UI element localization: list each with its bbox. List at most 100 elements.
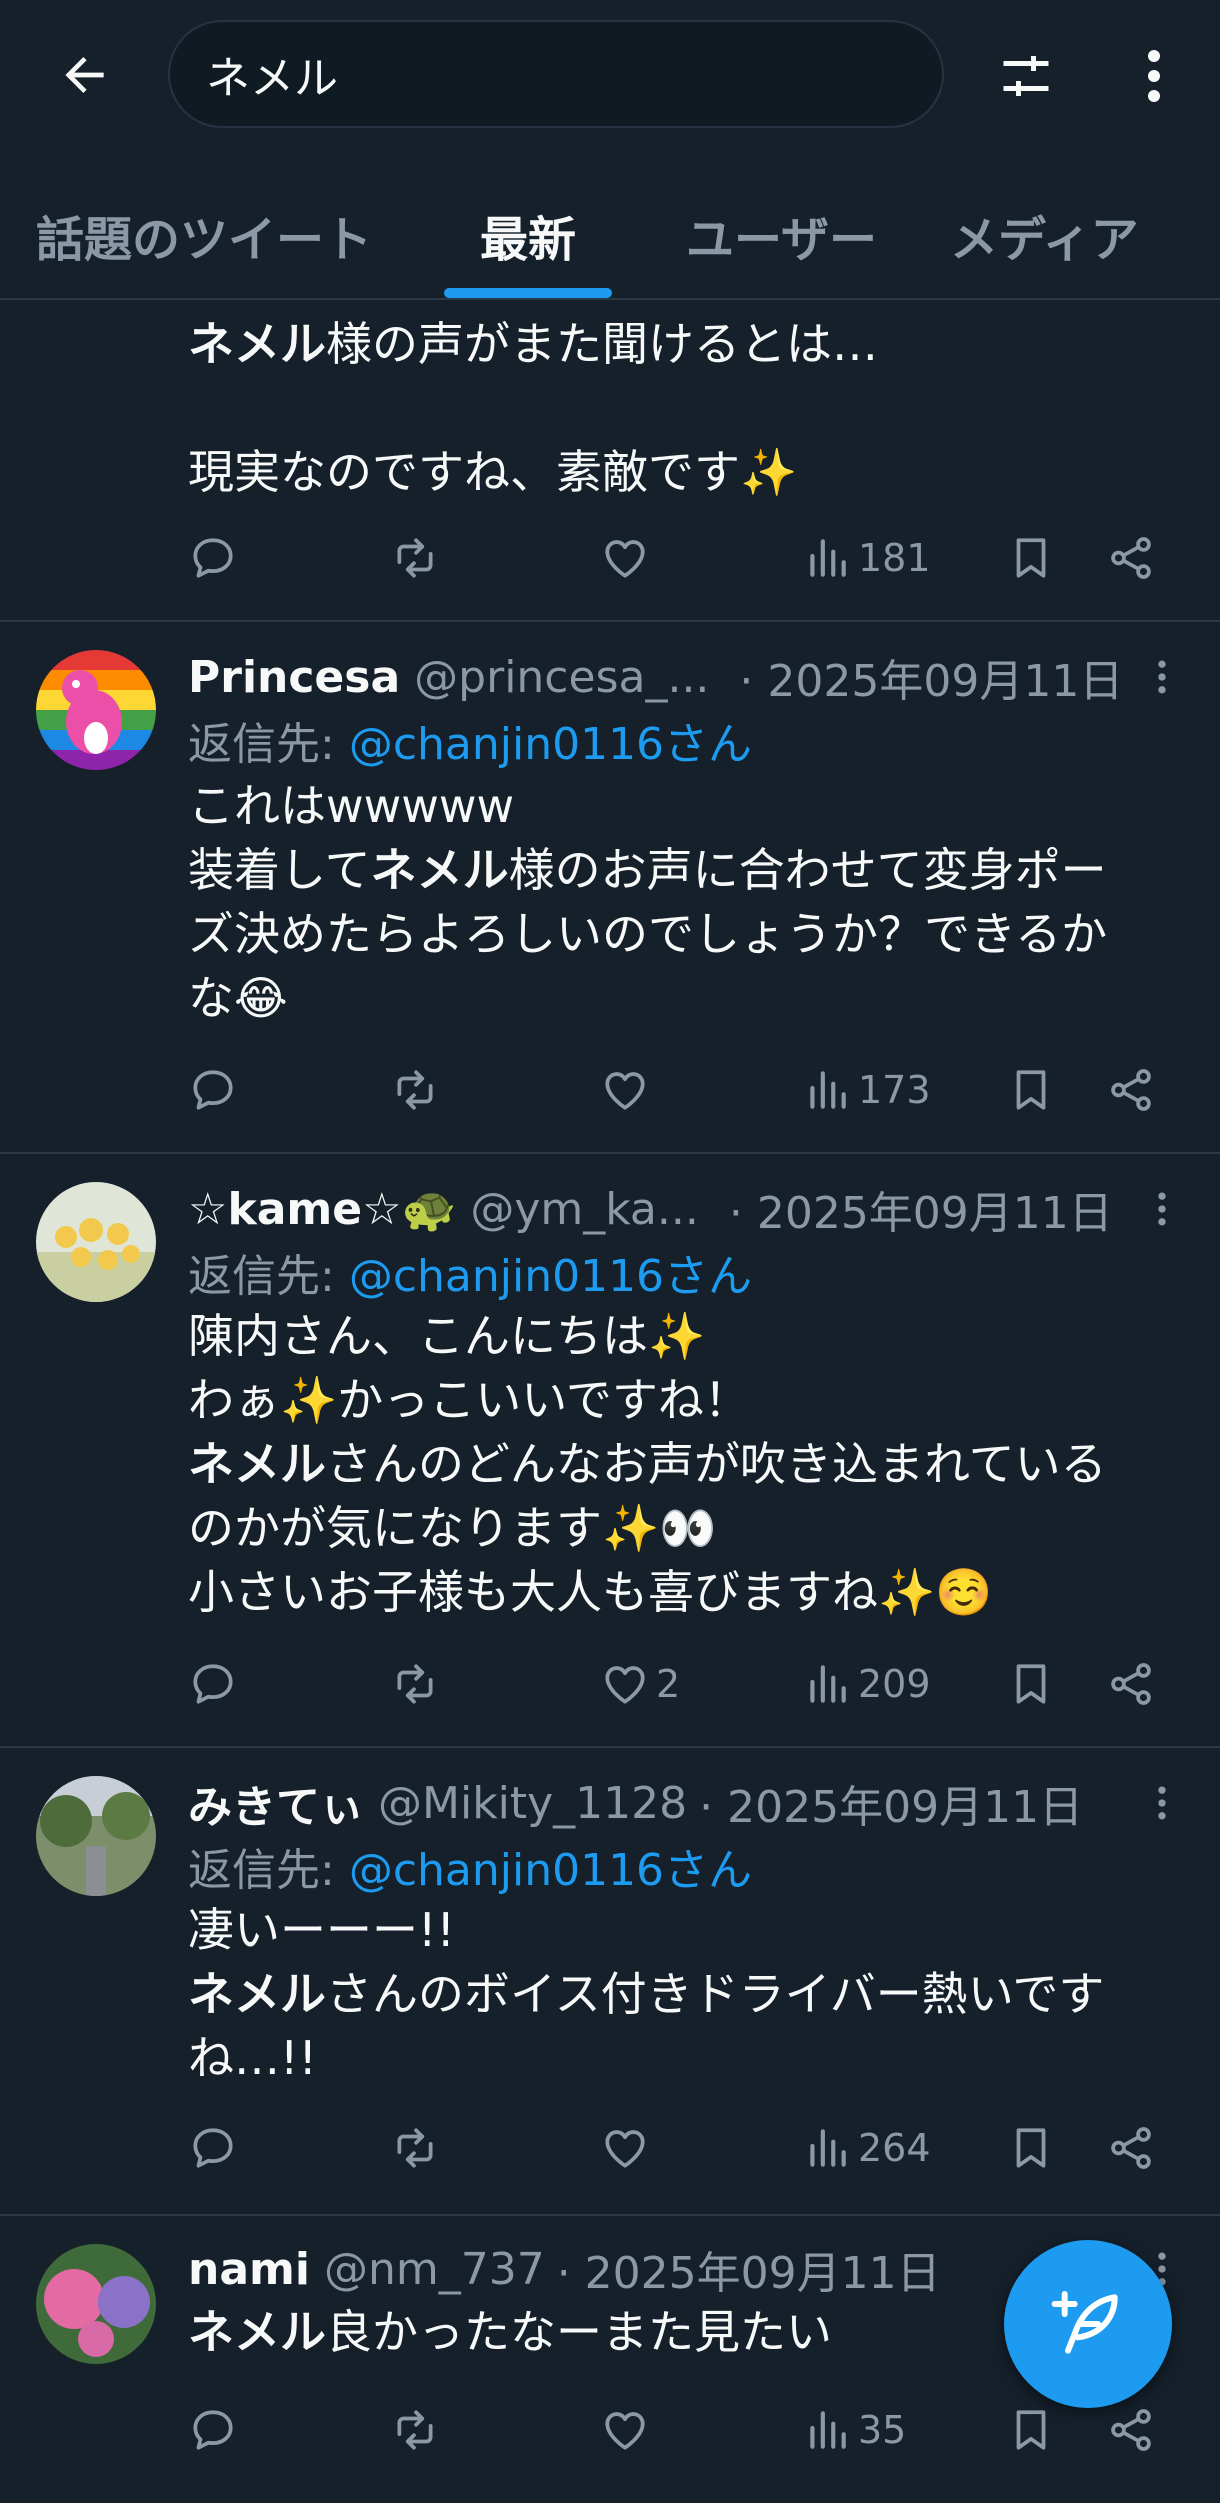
reply-button[interactable] <box>188 1060 238 1120</box>
bookmark-button[interactable] <box>1006 2400 1056 2460</box>
share-button[interactable] <box>1106 1060 1156 1120</box>
like-button[interactable] <box>600 1060 656 1120</box>
avatar[interactable] <box>36 650 156 770</box>
heart-icon <box>600 1659 650 1709</box>
tweet-actions: 2 209 <box>188 1654 1188 1714</box>
bookmark-icon <box>1006 533 1056 583</box>
reply-button[interactable] <box>188 1654 238 1714</box>
reply-mention-link[interactable]: @chanjin0116さん <box>349 1845 752 1896</box>
user-handle[interactable]: @nm_737 <box>324 2244 545 2295</box>
reply-to-line: 返信先: @chanjin0116さん <box>188 1251 753 1302</box>
retweet-button[interactable] <box>390 1060 440 1120</box>
share-button[interactable] <box>1106 2118 1156 2178</box>
views-button[interactable]: 173 <box>802 1060 931 1120</box>
tweet-card[interactable]: Princesa @princesa_... · 2025年09月11日 返信先… <box>0 622 1220 1154</box>
tab-latest[interactable]: 最新 <box>480 200 576 270</box>
tweet-card[interactable]: ☆kame☆🐢 @ym_ka... · 2025年09月11日 返信先: @ch… <box>0 1154 1220 1748</box>
tweet-actions: 264 <box>188 2118 1188 2178</box>
tweet-date[interactable]: · 2025年09月11日 <box>739 645 1123 709</box>
views-icon <box>802 2405 852 2455</box>
reply-mention-link[interactable]: @chanjin0116さん <box>349 1251 752 1302</box>
tab-media[interactable]: メディア <box>950 200 1139 270</box>
retweet-icon <box>390 1659 440 1709</box>
tweet-menu-button[interactable] <box>1150 1180 1174 1238</box>
views-button[interactable]: 35 <box>802 2400 906 2460</box>
tweet-actions: 35 <box>188 2400 1188 2460</box>
tweet-card[interactable]: ネメル様の声がまた聞けるとは… 現実なのですね、素敵です✨ 181 <box>0 300 1220 622</box>
share-button[interactable] <box>1106 2400 1156 2460</box>
bookmark-icon <box>1006 1659 1056 1709</box>
tweet-menu-button[interactable] <box>1150 648 1174 706</box>
reply-mention-link[interactable]: @chanjin0116さん <box>349 719 752 770</box>
like-button[interactable] <box>600 528 656 588</box>
display-name[interactable]: みきてぃ <box>188 1771 364 1835</box>
tweet-text: これはwwwww 装着してネメル様のお声に合わせて変身ポー ズ決めたらよろしいの… <box>188 779 1108 1025</box>
tweet-menu-button[interactable] <box>1150 1774 1174 1832</box>
tab-top[interactable]: 話題のツイート <box>36 200 372 270</box>
more-vertical-icon <box>1148 50 1160 102</box>
bookmark-icon <box>1006 2123 1056 2173</box>
view-count: 181 <box>858 536 931 580</box>
tweet-header: ☆kame☆🐢 @ym_ka... · 2025年09月11日 <box>188 1177 1113 1241</box>
retweet-button[interactable] <box>390 528 440 588</box>
bookmark-button[interactable] <box>1006 1654 1056 1714</box>
reply-button[interactable] <box>188 2118 238 2178</box>
like-button[interactable]: 2 <box>600 1654 680 1714</box>
user-handle[interactable]: @princesa_... <box>414 652 709 703</box>
views-button[interactable]: 264 <box>802 2118 931 2178</box>
tweet-text: 陳内さん、こんにちは✨ わぁ✨かっこいいですね！ ネメルさんのどんなお声が吹き込… <box>188 1309 1107 1619</box>
user-handle[interactable]: @ym_ka... <box>470 1184 699 1235</box>
avatar[interactable] <box>36 1776 156 1896</box>
share-button[interactable] <box>1106 1654 1156 1714</box>
compose-feather-icon <box>1051 2291 1118 2354</box>
retweet-button[interactable] <box>390 2118 440 2178</box>
reply-icon <box>188 533 238 583</box>
like-button[interactable] <box>600 2400 656 2460</box>
sliders-icon <box>1003 56 1049 96</box>
display-name[interactable]: Princesa <box>188 652 400 703</box>
retweet-icon <box>390 2405 440 2455</box>
reply-icon <box>188 2405 238 2455</box>
reply-to-line: 返信先: @chanjin0116さん <box>188 719 753 770</box>
avatar[interactable] <box>36 1182 156 1302</box>
avatar-image <box>36 2244 156 2364</box>
filter-button[interactable] <box>990 40 1062 112</box>
tweet-date[interactable]: · 2025年09月11日 <box>699 1771 1083 1835</box>
bookmark-button[interactable] <box>1006 1060 1056 1120</box>
tweet-date[interactable]: · 2025年09月11日 <box>557 2237 941 2301</box>
reply-icon <box>188 1659 238 1709</box>
retweet-icon <box>390 2123 440 2173</box>
reply-button[interactable] <box>188 528 238 588</box>
views-icon <box>802 1065 852 1115</box>
user-handle[interactable]: @Mikity_1128 <box>378 1778 687 1829</box>
tweet-header: みきてぃ @Mikity_1128 · 2025年09月11日 <box>188 1771 1083 1835</box>
search-input[interactable] <box>206 48 942 100</box>
share-icon <box>1106 2405 1156 2455</box>
like-count: 2 <box>656 1662 681 1706</box>
tweet-date[interactable]: · 2025年09月11日 <box>729 1177 1113 1241</box>
retweet-button[interactable] <box>390 1654 440 1714</box>
view-count: 264 <box>858 2126 931 2170</box>
like-button[interactable] <box>600 2118 656 2178</box>
share-button[interactable] <box>1106 528 1156 588</box>
back-button[interactable] <box>50 40 120 110</box>
heart-icon <box>600 2405 650 2455</box>
display-name[interactable]: ☆kame☆🐢 <box>188 1183 456 1235</box>
tweet-header: nami @nm_737 · 2025年09月11日 <box>188 2237 941 2301</box>
bookmark-button[interactable] <box>1006 528 1056 588</box>
avatar[interactable] <box>36 2244 156 2364</box>
views-button[interactable]: 209 <box>802 1654 931 1714</box>
more-options-button[interactable] <box>1130 40 1178 112</box>
bookmark-button[interactable] <box>1006 2118 1056 2178</box>
search-field[interactable] <box>168 20 944 128</box>
bookmark-icon <box>1006 1065 1056 1115</box>
views-button[interactable]: 181 <box>802 528 931 588</box>
reply-to-line: 返信先: @chanjin0116さん <box>188 1845 753 1896</box>
tweet-card[interactable]: みきてぃ @Mikity_1128 · 2025年09月11日 返信先: @ch… <box>0 1748 1220 2216</box>
compose-tweet-button[interactable] <box>1004 2240 1172 2408</box>
tab-people[interactable]: ユーザー <box>686 200 877 270</box>
tweet-actions: 173 <box>188 1060 1188 1120</box>
display-name[interactable]: nami <box>188 2244 310 2295</box>
reply-button[interactable] <box>188 2400 238 2460</box>
retweet-button[interactable] <box>390 2400 440 2460</box>
